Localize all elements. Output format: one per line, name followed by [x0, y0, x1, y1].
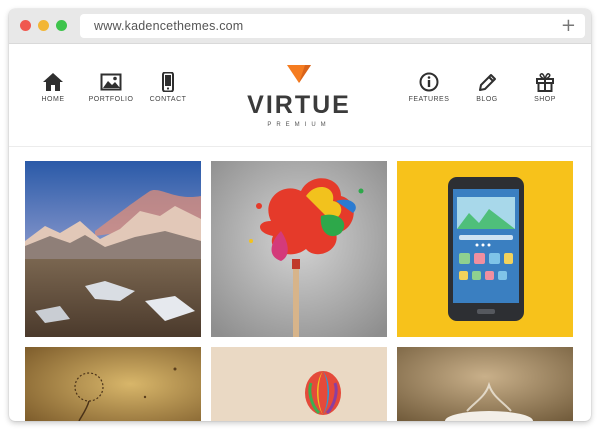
browser-window: www.kadencethemes.com + HOME PORTFOLIO C…: [9, 9, 591, 421]
nav-portfolio[interactable]: PORTFOLIO: [81, 72, 141, 103]
nav-portfolio-label: PORTFOLIO: [88, 96, 134, 103]
info-icon: [419, 72, 439, 92]
nav-home-label: HOME: [41, 96, 65, 103]
gallery-tile-paintbrush[interactable]: [211, 161, 387, 337]
logo-title: VIRTUE: [247, 91, 351, 119]
new-tab-button[interactable]: +: [561, 15, 576, 37]
dandelion-image: [25, 347, 201, 421]
gallery-tile-balloon[interactable]: [211, 347, 387, 421]
nav-blog-label: BLOG: [476, 96, 498, 103]
paint-splash-image: [211, 161, 387, 337]
address-bar[interactable]: www.kadencethemes.com +: [80, 14, 585, 38]
nav-contact[interactable]: CONTACT: [138, 72, 198, 103]
phone-icon: [162, 72, 174, 92]
site-logo[interactable]: VIRTUE PREMIUM: [239, 64, 359, 128]
gallery-tile-phone[interactable]: [397, 161, 573, 337]
nav-contact-label: CONTACT: [149, 96, 187, 103]
image-icon: [100, 73, 122, 91]
url-text: www.kadencethemes.com: [94, 19, 244, 33]
maximize-window-button[interactable]: [56, 20, 67, 31]
smartphone-illustration-image: [397, 161, 573, 337]
site-header: HOME PORTFOLIO CONTACT VIRTUE PREMIUM FE…: [9, 44, 591, 147]
coffee-cup-image: [397, 347, 573, 421]
nav-blog[interactable]: BLOG: [457, 72, 517, 103]
home-icon: [43, 73, 63, 91]
nav-shop-label: SHOP: [534, 96, 556, 103]
nav-features-label: FEATURES: [408, 96, 450, 103]
close-window-button[interactable]: [20, 20, 31, 31]
logo-triangle-icon: [287, 65, 311, 83]
nav-home[interactable]: HOME: [23, 72, 83, 103]
mountain-landscape-image: [25, 161, 201, 337]
browser-toolbar: www.kadencethemes.com +: [9, 9, 591, 44]
gallery-tile-mountains[interactable]: [25, 161, 201, 337]
nav-features[interactable]: FEATURES: [399, 72, 459, 103]
minimize-window-button[interactable]: [38, 20, 49, 31]
gift-icon: [536, 73, 554, 92]
hot-air-balloon-image: [211, 347, 387, 421]
gallery-tile-coffee[interactable]: [397, 347, 573, 421]
pencil-icon: [479, 74, 496, 91]
nav-shop[interactable]: SHOP: [515, 72, 575, 103]
logo-subtitle: PREMIUM: [267, 122, 331, 128]
gallery-tile-dandelion[interactable]: [25, 347, 201, 421]
